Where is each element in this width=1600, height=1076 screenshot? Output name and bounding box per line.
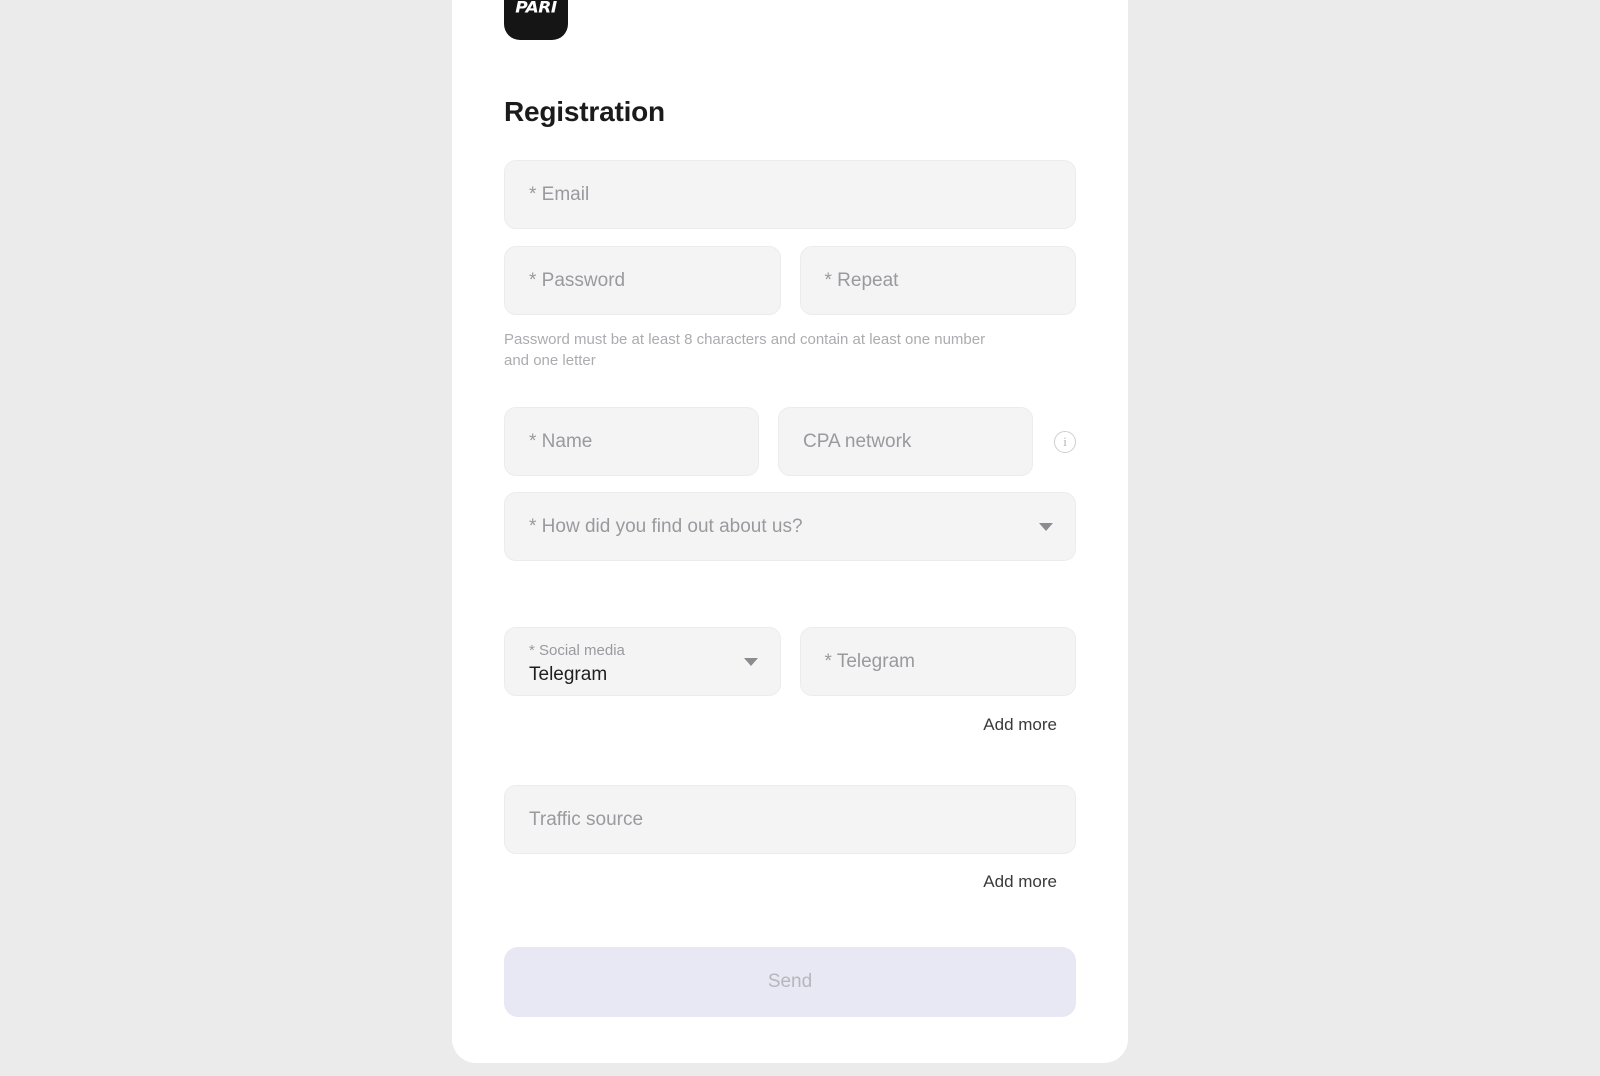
email-field[interactable]: * Email — [504, 160, 1076, 229]
registration-card: PARI Registration * Email * Password * R… — [452, 0, 1128, 1063]
how-found-select[interactable]: * How did you find out about us? — [504, 492, 1076, 561]
cpa-network-placeholder: CPA network — [803, 430, 912, 452]
name-placeholder: * Name — [529, 430, 593, 452]
social-add-more-row: Add more — [504, 696, 1076, 735]
social-contact-field[interactable]: * Telegram — [799, 627, 1076, 696]
info-circle-icon[interactable]: i — [1054, 430, 1076, 453]
traffic-source-placeholder: Traffic source — [529, 808, 644, 830]
pari-logo-icon: PARI — [504, 0, 568, 40]
password-field[interactable]: * Password — [504, 246, 781, 315]
password-row: * Password * Repeat — [504, 246, 1076, 315]
social-contact-placeholder: * Telegram — [824, 650, 915, 672]
name-cpa-row: * Name CPA network i — [504, 407, 1076, 476]
name-field[interactable]: * Name — [504, 407, 759, 476]
repeat-password-field[interactable]: * Repeat — [799, 246, 1076, 315]
registration-card-content: PARI Registration * Email * Password * R… — [504, 0, 1076, 1017]
social-media-value: Telegram — [529, 664, 608, 685]
page-title: Registration — [504, 96, 665, 127]
social-add-more-link[interactable]: Add more — [983, 715, 1057, 735]
chevron-down-icon[interactable] — [1039, 522, 1053, 531]
password-hint: Password must be at least 8 characters a… — [504, 331, 986, 369]
social-media-label: * Social media — [529, 642, 625, 659]
send-button[interactable]: Send — [504, 947, 1076, 1017]
social-media-row: * Social media Telegram * Telegram — [504, 627, 1076, 696]
repeat-password-placeholder: * Repeat — [824, 269, 899, 291]
logo-text: PARI — [515, 0, 557, 18]
cpa-network-info-wrap[interactable]: i — [1054, 430, 1076, 453]
traffic-source-field[interactable]: Traffic source — [504, 785, 1076, 854]
email-placeholder: * Email — [529, 183, 590, 205]
password-placeholder: * Password — [529, 269, 626, 291]
traffic-add-more-link[interactable]: Add more — [983, 872, 1057, 892]
chevron-down-icon[interactable] — [743, 657, 758, 666]
social-media-select[interactable]: * Social media Telegram — [504, 627, 781, 696]
traffic-add-more-row: Add more — [504, 854, 1076, 892]
cpa-network-field[interactable]: CPA network — [778, 407, 1033, 476]
how-found-placeholder: * How did you find out about us? — [529, 515, 803, 537]
